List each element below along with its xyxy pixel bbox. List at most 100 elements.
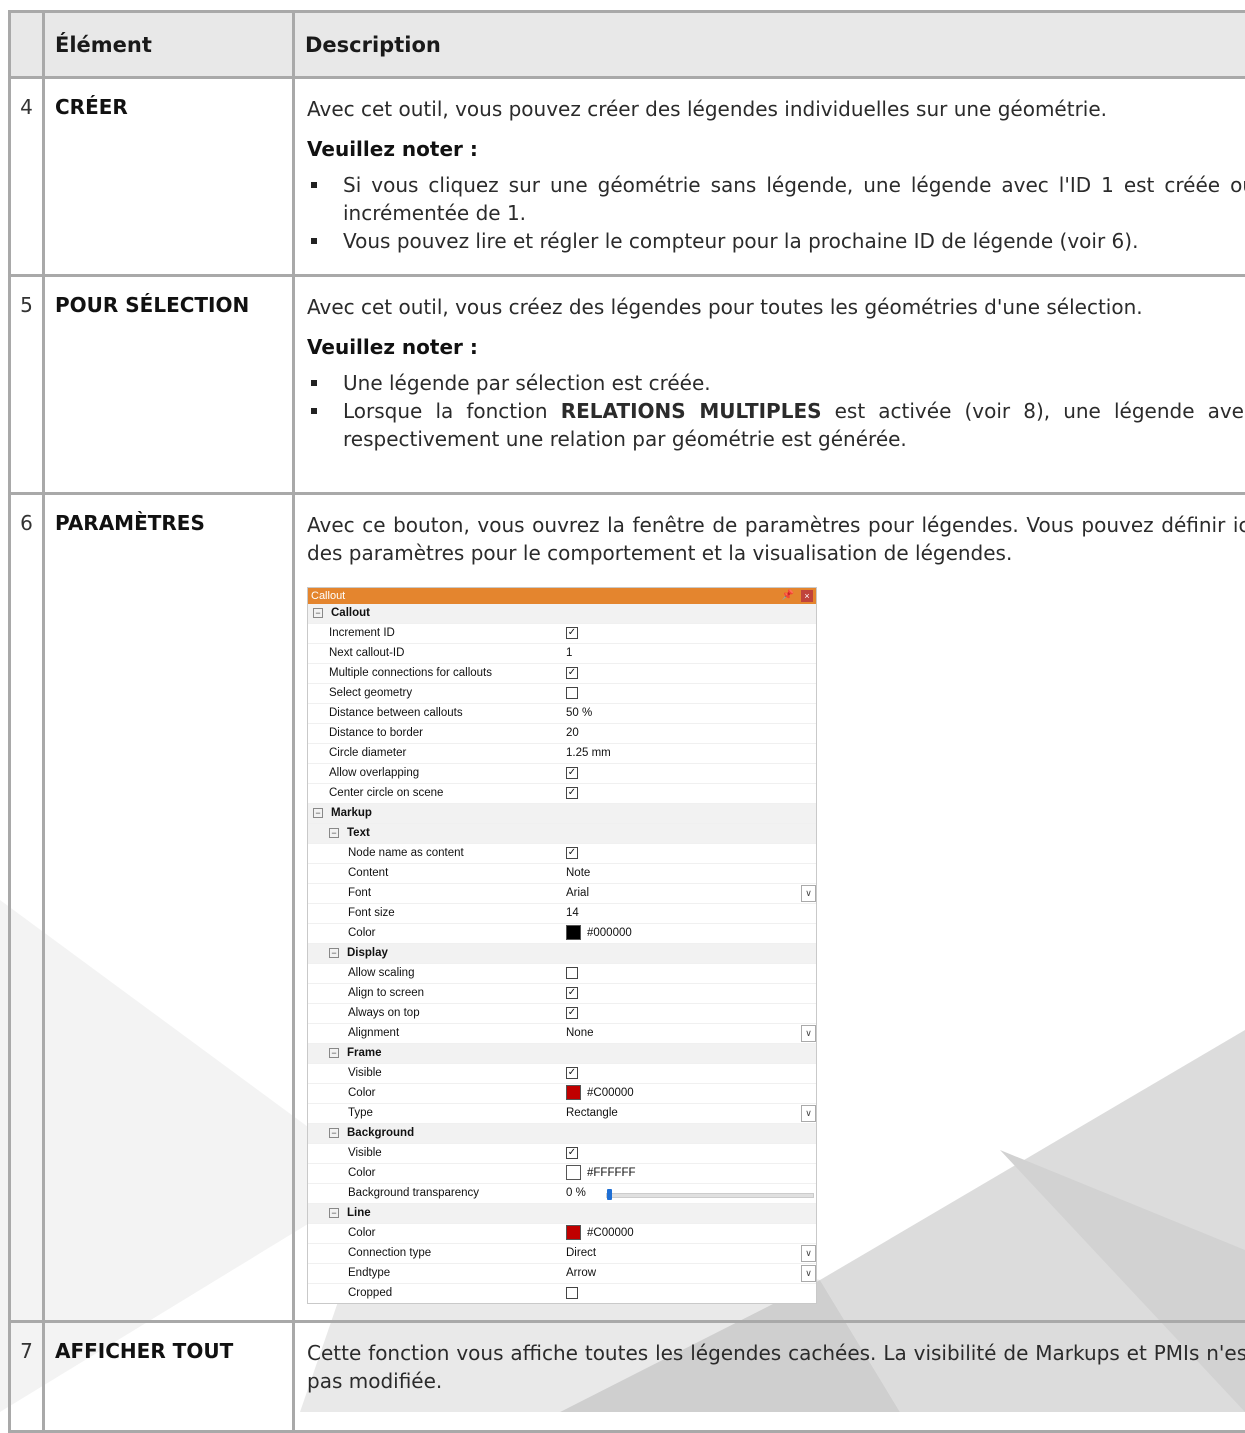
content-value[interactable]: Note [566,864,816,883]
table-row: 6 PARAMÈTRES Avec ce bouton, vous ouvrez… [10,494,1245,1322]
collapse-icon[interactable]: − [313,608,323,618]
select-geometry-checkbox[interactable] [566,687,578,699]
prop-font-size[interactable]: Font size14 [308,904,816,924]
description-text: Cette fonction vous affiche toutes les l… [307,1339,1245,1395]
prop-bg-transparency[interactable]: Background transparency0 % [308,1184,816,1204]
table-row: 5 POUR SÉLECTION Avec cet outil, vous cr… [10,276,1245,494]
description-text: Avec cet outil, vous créez des légendes … [307,293,1245,321]
prop-allow-overlapping[interactable]: Allow overlapping✓ [308,764,816,784]
prop-node-name[interactable]: Node name as content✓ [308,844,816,864]
bg-visible-checkbox[interactable]: ✓ [566,1147,578,1159]
group-callout[interactable]: −Callout [308,604,816,624]
collapse-icon[interactable]: − [329,1208,339,1218]
prop-next-id[interactable]: Next callout-ID1 [308,644,816,664]
prop-connection-type[interactable]: Connection typeDirect∨ [308,1244,816,1264]
allow-scaling-checkbox[interactable] [566,967,578,979]
header-element: Élément [44,12,294,78]
prop-multi-connections[interactable]: Multiple connections for callouts✓ [308,664,816,684]
prop-distance-border[interactable]: Distance to border20 [308,724,816,744]
description-text: Avec ce bouton, vous ouvrez la fenêtre d… [307,511,1245,567]
color-swatch[interactable] [566,1085,581,1100]
list-item: Si vous cliquez sur une géométrie sans l… [307,171,1245,227]
row-description: Cette fonction vous affiche toutes les l… [294,1322,1245,1432]
list-item: Lorsque la fonction RELATIONS MULTIPLES … [307,397,1245,453]
prop-frame-color[interactable]: Color#C00000 [308,1084,816,1104]
node-name-checkbox[interactable]: ✓ [566,847,578,859]
prop-always-top[interactable]: Always on top✓ [308,1004,816,1024]
cropped-checkbox[interactable] [566,1287,578,1299]
distance-between-value[interactable]: 50 % [566,704,816,723]
callout-properties-panel: Callout 📌 × −Callout Increment ID✓ Next … [307,587,817,1304]
row-element: AFFICHER TOUT [44,1322,294,1432]
increment-id-checkbox[interactable]: ✓ [566,627,578,639]
prop-center-circle[interactable]: Center circle on scene✓ [308,784,816,804]
distance-border-value[interactable]: 20 [566,724,816,743]
list-item: Une légende par sélection est créée. [307,369,1245,397]
bullet-list: Une légende par sélection est créée. Lor… [307,369,1245,453]
collapse-icon[interactable]: − [329,1128,339,1138]
prop-circle-diameter[interactable]: Circle diameter1.25 mm [308,744,816,764]
prop-align-screen[interactable]: Align to screen✓ [308,984,816,1004]
group-text[interactable]: −Text [308,824,816,844]
collapse-icon[interactable]: − [329,1048,339,1058]
chevron-down-icon[interactable]: ∨ [801,1245,816,1262]
circle-diameter-value[interactable]: 1.25 mm [566,744,816,763]
row-element: PARAMÈTRES [44,494,294,1322]
prop-bg-color[interactable]: Color#FFFFFF [308,1164,816,1184]
always-top-checkbox[interactable]: ✓ [566,1007,578,1019]
prop-distance-between[interactable]: Distance between callouts50 % [308,704,816,724]
color-swatch[interactable] [566,925,581,940]
close-icon[interactable]: × [801,590,813,602]
prop-select-geometry[interactable]: Select geometry [308,684,816,704]
bullet-list: Si vous cliquez sur une géométrie sans l… [307,171,1245,255]
prop-frame-type[interactable]: TypeRectangle∨ [308,1104,816,1124]
pin-icon[interactable]: 📌 [782,588,794,604]
row-element: CRÉER [44,78,294,276]
prop-font[interactable]: FontArial∨ [308,884,816,904]
prop-alignment[interactable]: AlignmentNone∨ [308,1024,816,1044]
chevron-down-icon[interactable]: ∨ [801,1105,816,1122]
chevron-down-icon[interactable]: ∨ [801,885,816,902]
chevron-down-icon[interactable]: ∨ [801,1265,816,1282]
align-screen-checkbox[interactable]: ✓ [566,987,578,999]
prop-line-color[interactable]: Color#C00000 [308,1224,816,1244]
endtype-value[interactable]: Arrow [566,1267,596,1279]
allow-overlapping-checkbox[interactable]: ✓ [566,767,578,779]
collapse-icon[interactable]: − [329,948,339,958]
multi-connections-checkbox[interactable]: ✓ [566,667,578,679]
prop-frame-visible[interactable]: Visible✓ [308,1064,816,1084]
prop-allow-scaling[interactable]: Allow scaling [308,964,816,984]
prop-content[interactable]: ContentNote [308,864,816,884]
prop-cropped[interactable]: Cropped [308,1284,816,1303]
group-line[interactable]: −Line [308,1204,816,1224]
group-display[interactable]: −Display [308,944,816,964]
chevron-down-icon[interactable]: ∨ [801,1025,816,1042]
row-number: 7 [10,1322,44,1432]
header-description: Description [294,12,1245,78]
note-heading: Veuillez noter : [307,135,1245,163]
group-markup[interactable]: −Markup [308,804,816,824]
collapse-icon[interactable]: − [313,808,323,818]
frame-visible-checkbox[interactable]: ✓ [566,1067,578,1079]
connection-type-value[interactable]: Direct [566,1247,596,1259]
prop-bg-visible[interactable]: Visible✓ [308,1144,816,1164]
row-number: 6 [10,494,44,1322]
function-name: RELATIONS MULTIPLES [561,399,822,423]
table-row: 7 AFFICHER TOUT Cette fonction vous affi… [10,1322,1245,1432]
next-id-value[interactable]: 1 [566,644,816,663]
group-frame[interactable]: −Frame [308,1044,816,1064]
frame-type-value[interactable]: Rectangle [566,1107,618,1119]
alignment-value[interactable]: None [566,1027,594,1039]
collapse-icon[interactable]: − [329,828,339,838]
color-swatch[interactable] [566,1165,581,1180]
transparency-slider[interactable] [606,1193,814,1198]
prop-endtype[interactable]: EndtypeArrow∨ [308,1264,816,1284]
font-size-value[interactable]: 14 [566,904,816,923]
group-background[interactable]: −Background [308,1124,816,1144]
prop-increment-id[interactable]: Increment ID✓ [308,624,816,644]
center-circle-checkbox[interactable]: ✓ [566,787,578,799]
color-swatch[interactable] [566,1225,581,1240]
font-value[interactable]: Arial [566,887,589,899]
prop-text-color[interactable]: Color#000000 [308,924,816,944]
slider-thumb[interactable] [607,1189,612,1200]
